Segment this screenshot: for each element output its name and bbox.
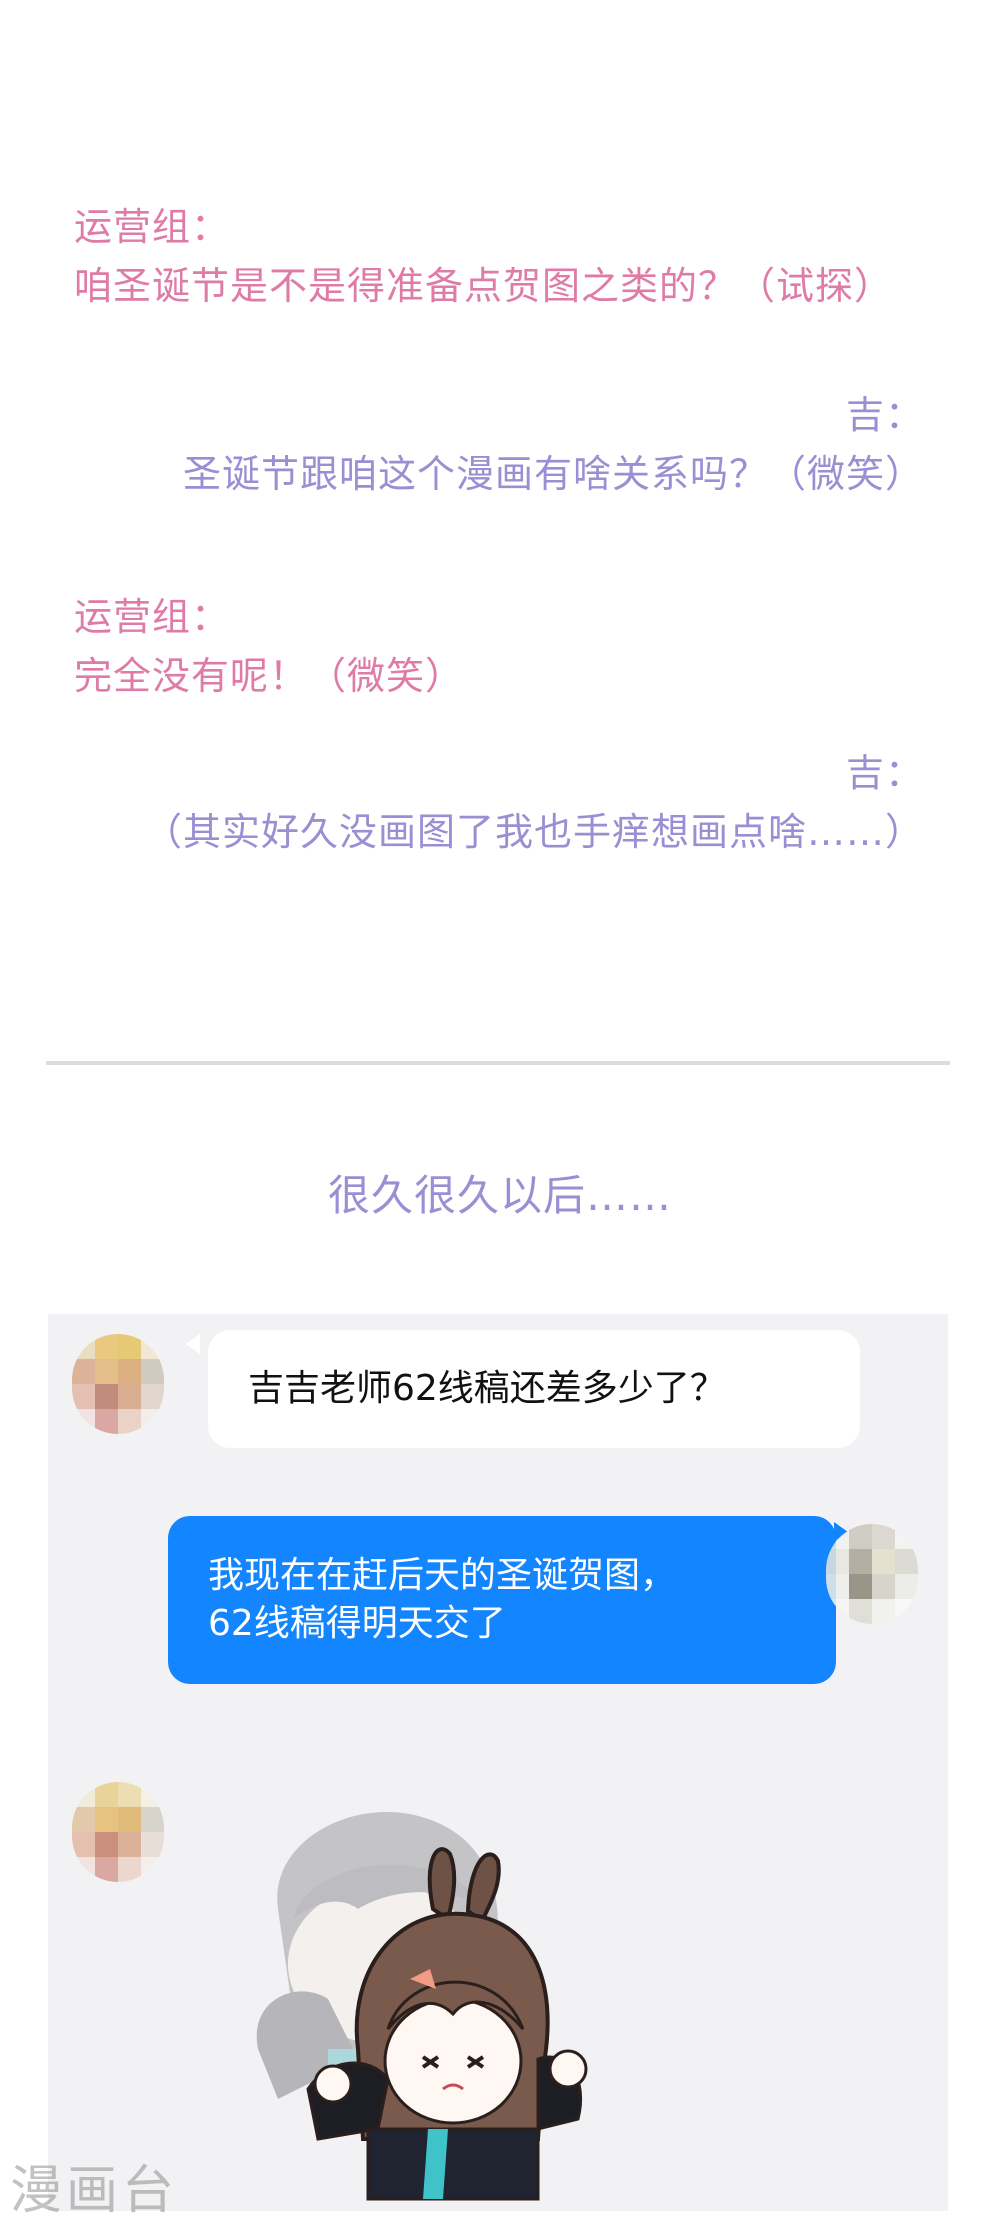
- time-caption: 很久很久以后……: [327, 1171, 672, 1220]
- avatar-icon: [826, 1524, 918, 1624]
- message-text: 62线稿得明天交了: [208, 1603, 506, 1644]
- dialogue-line-1: 咱圣诞节是不是得准备点贺图之类的？（试探）: [74, 264, 894, 308]
- message-text: 我现在在赶后天的圣诞贺图，: [208, 1555, 677, 1596]
- speaker-operations: 运营组：: [74, 595, 231, 639]
- speaker-operations: 运营组：: [74, 205, 231, 249]
- outgoing-message-bubble[interactable]: 我现在在赶后天的圣诞贺图， 62线稿得明天交了: [168, 1516, 836, 1684]
- bubble-tail: [186, 1334, 200, 1354]
- speaker-author: 吉：: [845, 393, 924, 437]
- dialogue-line-3: 完全没有呢！（微笑）: [74, 654, 465, 698]
- dialogue-line-2: 圣诞节跟咱这个漫画有啥关系吗？（微笑）: [182, 452, 924, 496]
- dialogue-line-4: （其实好久没画图了我也手痒想画点啥……）: [143, 810, 924, 854]
- watermark-logo: 漫画台: [10, 2161, 179, 2221]
- avatar-icon: [72, 1334, 164, 1434]
- speaker-author: 吉：: [845, 751, 924, 795]
- section-divider: [46, 1061, 950, 1065]
- character-sticker: [256, 1812, 588, 2201]
- chat-panel: 吉吉老师62线稿还差多少了？ 我现在在赶后天的圣诞贺图， 62线稿得明天交了: [48, 1314, 948, 2211]
- incoming-message-bubble[interactable]: 吉吉老师62线稿还差多少了？: [208, 1330, 860, 1448]
- message-text: 吉吉老师62线稿还差多少了？: [248, 1368, 726, 1409]
- avatar-icon: [72, 1782, 164, 1882]
